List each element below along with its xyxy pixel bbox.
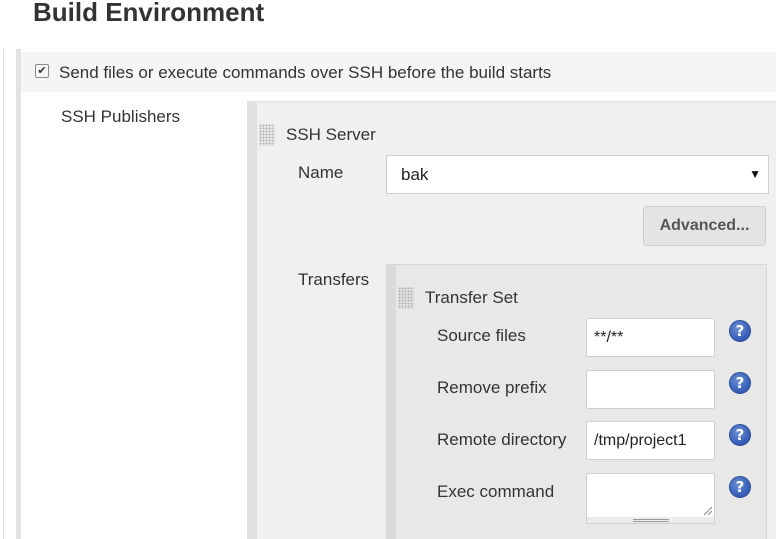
outer-divider <box>3 49 4 539</box>
exec-command-textarea[interactable] <box>586 473 715 518</box>
ssh-before-build-checkbox[interactable]: ✔ <box>35 64 49 78</box>
transfers-label: Transfers <box>298 270 370 289</box>
remote-directory-help-icon[interactable]: ? <box>729 424 751 446</box>
resize-corner-icon[interactable] <box>704 507 712 515</box>
source-files-help-icon[interactable]: ? <box>729 320 751 342</box>
transfer-set-drag-handle-icon[interactable] <box>398 287 414 309</box>
textarea-expand-handle[interactable] <box>586 517 715 524</box>
ssh-server-title: SSH Server <box>286 125 376 144</box>
source-files-label: Source files <box>437 326 526 345</box>
remove-prefix-input[interactable] <box>586 370 715 409</box>
server-name-value: bak <box>401 165 429 184</box>
chevron-down-icon: ▼ <box>749 167 761 181</box>
server-name-label: Name <box>298 163 344 182</box>
expand-handle-icon <box>633 519 669 522</box>
server-name-select[interactable]: bak ▼ <box>386 155 769 194</box>
ssh-server-drag-handle-icon[interactable] <box>259 124 275 146</box>
ssh-before-build-label[interactable]: Send files or execute commands over SSH … <box>59 63 551 83</box>
source-files-input[interactable]: **/** <box>586 318 715 357</box>
remote-directory-input[interactable]: /tmp/project1 <box>586 421 715 460</box>
exec-command-label: Exec command <box>437 482 555 501</box>
remove-prefix-label: Remove prefix <box>437 378 547 397</box>
ssh-publishers-label: SSH Publishers <box>61 107 181 126</box>
transfer-set-title: Transfer Set <box>425 288 518 307</box>
remote-directory-label: Remote directory <box>437 430 567 449</box>
section-title: Build Environment <box>33 0 265 27</box>
ssh-before-build-row: ✔ Send files or execute commands over SS… <box>21 52 776 92</box>
remove-prefix-help-icon[interactable]: ? <box>729 372 751 394</box>
advanced-button[interactable]: Advanced... <box>643 206 766 246</box>
exec-command-help-icon[interactable]: ? <box>729 476 751 498</box>
